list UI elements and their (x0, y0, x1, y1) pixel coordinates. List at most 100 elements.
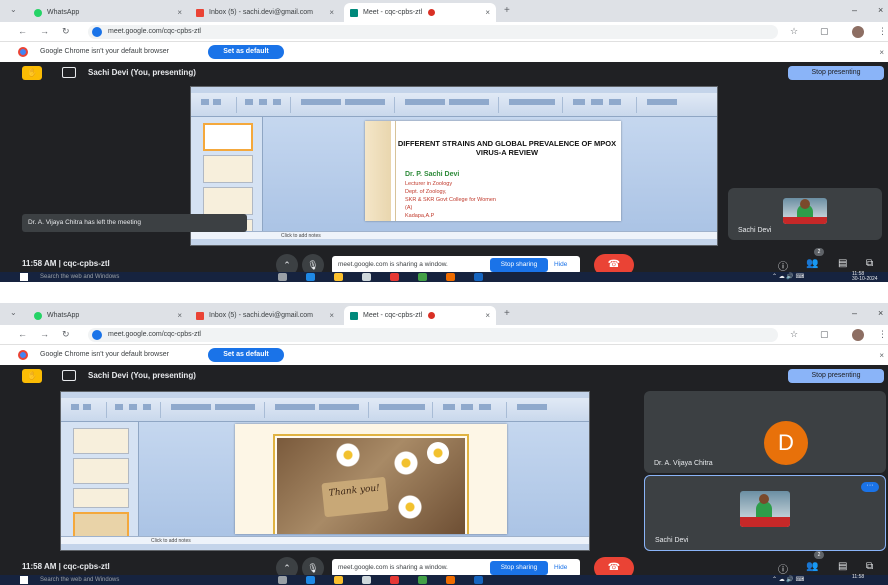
windows-start-icon[interactable] (20, 273, 28, 281)
site-info-icon[interactable] (92, 27, 102, 37)
tab-meet[interactable]: Meet - cqc-cpbs-ztl × (344, 306, 496, 325)
extensions-icon[interactable]: ▢ (820, 329, 829, 340)
ribbon-group[interactable] (373, 402, 433, 418)
site-info-icon[interactable] (92, 330, 102, 340)
set-default-button[interactable]: Set as default (208, 348, 284, 362)
edge-icon[interactable] (306, 576, 315, 584)
close-tab-icon[interactable]: × (485, 311, 490, 320)
task-view-icon[interactable] (278, 576, 287, 584)
profile-avatar[interactable] (852, 329, 864, 341)
slide-thumbnail[interactable] (203, 155, 253, 183)
bookmark-star-icon[interactable]: ☆ (790, 329, 798, 340)
current-slide[interactable]: DIFFERENT STRAINS AND GLOBAL PREVALENCE … (365, 121, 621, 221)
back-icon[interactable]: ← (18, 26, 27, 36)
app-icon[interactable] (474, 273, 483, 281)
bookmark-star-icon[interactable]: ☆ (790, 26, 798, 37)
store-icon[interactable] (362, 576, 371, 584)
slide-thumbnail[interactable] (73, 428, 129, 454)
raise-hand-icon[interactable]: ✋ (22, 66, 42, 80)
close-infobar-icon[interactable]: × (879, 351, 884, 360)
app-icon[interactable] (390, 273, 399, 281)
people-icon[interactable]: 👥 (806, 561, 818, 572)
activities-icon[interactable]: ⧉ (866, 258, 873, 269)
stop-presenting-button[interactable]: Stop presenting (788, 369, 884, 383)
ribbon-group[interactable] (567, 97, 637, 113)
participant-tile-sachi[interactable]: Sachi Devi (728, 188, 882, 240)
menu-icon[interactable]: ⋮ (878, 26, 887, 37)
tab-search-icon[interactable]: ⌄ (10, 308, 17, 317)
edge-icon[interactable] (306, 273, 315, 281)
task-view-icon[interactable] (278, 273, 287, 281)
taskbar-clock[interactable]: 11:58 30-10-2024 (852, 272, 878, 282)
url-box[interactable]: meet.google.com/cqc-cpbs-ztl (88, 328, 778, 342)
slide-thumbnail[interactable] (73, 488, 129, 508)
taskbar-search[interactable]: Search the web and Windows (40, 577, 119, 583)
minimize-icon[interactable]: – (852, 5, 857, 15)
ribbon-group[interactable] (241, 97, 291, 113)
slide-thumbnail[interactable] (73, 458, 129, 484)
ribbon-group[interactable] (67, 402, 107, 418)
forward-icon[interactable]: → (40, 26, 49, 36)
raise-hand-icon[interactable]: ✋ (22, 369, 42, 383)
taskbar-search[interactable]: Search the web and Windows (40, 274, 119, 280)
taskbar-clock[interactable]: 11:58 (852, 575, 864, 580)
hide-button[interactable]: Hide (554, 261, 567, 268)
powerpoint-taskbar-icon[interactable] (446, 273, 455, 281)
file-explorer-icon[interactable] (334, 273, 343, 281)
close-tab-icon[interactable]: × (485, 8, 490, 17)
tab-search-icon[interactable]: ⌄ (10, 5, 17, 14)
close-tab-icon[interactable]: × (177, 8, 182, 17)
ribbon-group[interactable] (399, 97, 499, 113)
store-icon[interactable] (362, 273, 371, 281)
slide-thumbnail[interactable] (203, 123, 253, 151)
activities-icon[interactable]: ⧉ (866, 561, 873, 572)
forward-icon[interactable]: → (40, 329, 49, 339)
more-options-icon[interactable]: ··· (861, 482, 879, 492)
app-icon[interactable] (474, 576, 483, 584)
ribbon-group[interactable] (197, 97, 237, 113)
ribbon-group[interactable] (295, 97, 395, 113)
set-default-button[interactable]: Set as default (208, 45, 284, 59)
extensions-icon[interactable]: ▢ (820, 26, 829, 37)
system-tray-icons[interactable]: ⌃ ☁ 🔊 ⌨ (772, 576, 804, 583)
people-icon[interactable]: 👥 (806, 258, 818, 269)
chrome-taskbar-icon[interactable] (418, 576, 427, 584)
tab-gmail[interactable]: Inbox (5) - sachi.devi@gmail.com × (190, 306, 340, 325)
tab-gmail[interactable]: Inbox (5) - sachi.devi@gmail.com × (190, 3, 340, 22)
ribbon-group[interactable] (511, 402, 581, 418)
ribbon-group[interactable] (503, 97, 563, 113)
app-icon[interactable] (390, 576, 399, 584)
close-window-icon[interactable]: × (878, 5, 883, 15)
profile-avatar[interactable] (852, 26, 864, 38)
ribbon-group[interactable] (165, 402, 265, 418)
close-tab-icon[interactable]: × (177, 311, 182, 320)
stop-sharing-button[interactable]: Stop sharing (490, 561, 548, 575)
back-icon[interactable]: ← (18, 329, 27, 339)
slide-thumbnail[interactable] (203, 187, 253, 215)
minimize-icon[interactable]: – (852, 308, 857, 318)
current-slide[interactable]: Thank you! (235, 424, 507, 534)
close-tab-icon[interactable]: × (329, 8, 334, 17)
menu-icon[interactable]: ⋮ (878, 329, 887, 340)
slide-thumbnail[interactable] (73, 512, 129, 538)
new-tab-icon[interactable]: + (504, 308, 510, 319)
tab-meet[interactable]: Meet - cqc-cpbs-ztl × (344, 3, 496, 22)
close-infobar-icon[interactable]: × (879, 48, 884, 57)
close-window-icon[interactable]: × (878, 308, 883, 318)
new-tab-icon[interactable]: + (504, 5, 510, 16)
hide-button[interactable]: Hide (554, 564, 567, 571)
reload-icon[interactable]: ↻ (62, 26, 70, 37)
stop-sharing-button[interactable]: Stop sharing (490, 258, 548, 272)
participant-tile-sachi[interactable]: ··· Sachi Devi (644, 475, 886, 551)
chat-icon[interactable]: ▤ (838, 561, 847, 572)
info-icon[interactable]: ⓘ (778, 561, 788, 576)
reload-icon[interactable]: ↻ (62, 329, 70, 340)
chat-icon[interactable]: ▤ (838, 258, 847, 269)
ribbon-group[interactable] (111, 402, 161, 418)
file-explorer-icon[interactable] (334, 576, 343, 584)
info-icon[interactable]: ⓘ (778, 258, 788, 273)
ribbon-group[interactable] (437, 402, 507, 418)
chrome-taskbar-icon[interactable] (418, 273, 427, 281)
ribbon-group[interactable] (269, 402, 369, 418)
stop-presenting-button[interactable]: Stop presenting (788, 66, 884, 80)
